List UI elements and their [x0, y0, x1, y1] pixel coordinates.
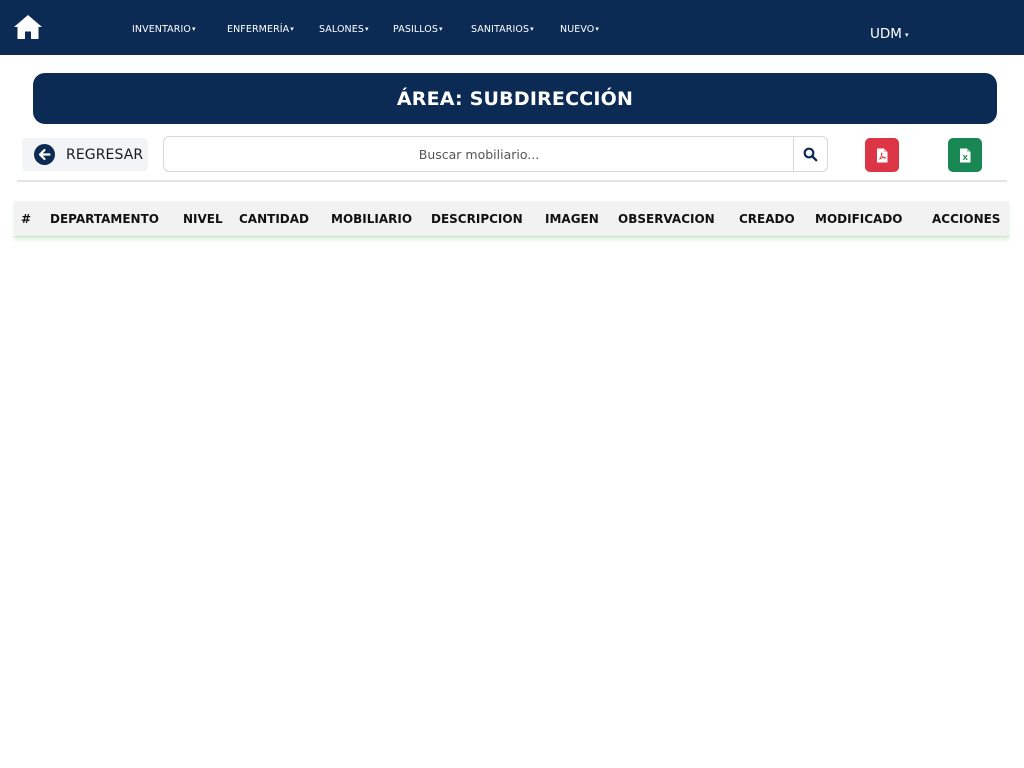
user-menu-label: UDM	[870, 26, 902, 42]
column-header-departamento[interactable]: DEPARTAMENTO	[50, 212, 159, 226]
nav-item-pasillos[interactable]: PASILLOS▾	[393, 24, 443, 36]
column-header-descripcion[interactable]: DESCRIPCION	[431, 212, 523, 226]
column-header-modificado[interactable]: MODIFICADO	[815, 212, 903, 226]
nav-item-enfermeria[interactable]: ENFERMERÍA▾	[227, 24, 294, 36]
toolbar-divider	[17, 180, 1007, 182]
file-pdf-icon	[877, 148, 888, 162]
nav-item-inventario[interactable]: INVENTARIO▾	[132, 24, 196, 36]
page-title: ÁREA: SUBDIRECCIÓN	[396, 87, 634, 110]
back-button-label: REGRESAR	[66, 146, 144, 163]
chevron-down-icon: ▾	[290, 25, 294, 33]
back-button[interactable]: REGRESAR	[22, 138, 148, 171]
arrow-left-circle-icon	[34, 144, 55, 165]
nav-item-label: SALONES	[319, 24, 364, 35]
nav-item-label: SANITARIOS	[471, 24, 530, 35]
nav-item-label: ENFERMERÍA	[227, 24, 290, 35]
top-navbar: INVENTARIO▾ ENFERMERÍA▾ SALONES▾ PASILLO…	[0, 0, 1024, 55]
chevron-down-icon: ▾	[904, 31, 909, 39]
nav-item-label: NUEVO	[560, 24, 595, 35]
column-header-observacion[interactable]: OBSERVACION	[618, 212, 715, 226]
home-icon[interactable]	[13, 14, 43, 40]
column-header-cantidad[interactable]: CANTIDAD	[239, 212, 309, 226]
export-excel-button[interactable]: X	[948, 138, 982, 172]
user-menu[interactable]: UDM ▾	[870, 26, 908, 44]
chevron-down-icon: ▾	[191, 25, 196, 33]
column-header-mobiliario[interactable]: MOBILIARIO	[331, 212, 412, 226]
search-icon	[803, 147, 818, 161]
area-banner: ÁREA: SUBDIRECCIÓN	[33, 73, 997, 124]
nav-item-label: INVENTARIO	[132, 24, 191, 35]
column-header-creado[interactable]: CREADO	[739, 212, 795, 226]
table-header: # DEPARTAMENTO NIVEL CANTIDAD MOBILIARIO…	[14, 201, 1009, 237]
nav-item-label: PASILLOS	[393, 24, 439, 35]
chevron-down-icon: ▾	[530, 25, 534, 33]
nav-item-sanitarios[interactable]: SANITARIOS▾	[471, 24, 534, 36]
column-header-nivel[interactable]: NIVEL	[183, 212, 223, 226]
nav-item-salones[interactable]: SALONES▾	[319, 24, 369, 36]
search-input[interactable]	[163, 136, 794, 172]
export-pdf-button[interactable]	[865, 138, 899, 172]
file-excel-icon: X	[960, 148, 971, 162]
search-group	[163, 136, 828, 172]
column-header-number[interactable]: #	[21, 212, 31, 226]
column-header-acciones[interactable]: ACCIONES	[932, 212, 1000, 226]
search-button[interactable]	[793, 136, 828, 172]
column-header-imagen[interactable]: IMAGEN	[545, 212, 599, 226]
chevron-down-icon: ▾	[439, 25, 443, 33]
excel-icon-glyph: X	[962, 154, 968, 162]
nav-item-nuevo[interactable]: NUEVO▾	[560, 24, 599, 36]
chevron-down-icon: ▾	[595, 25, 599, 33]
chevron-down-icon: ▾	[364, 25, 369, 33]
